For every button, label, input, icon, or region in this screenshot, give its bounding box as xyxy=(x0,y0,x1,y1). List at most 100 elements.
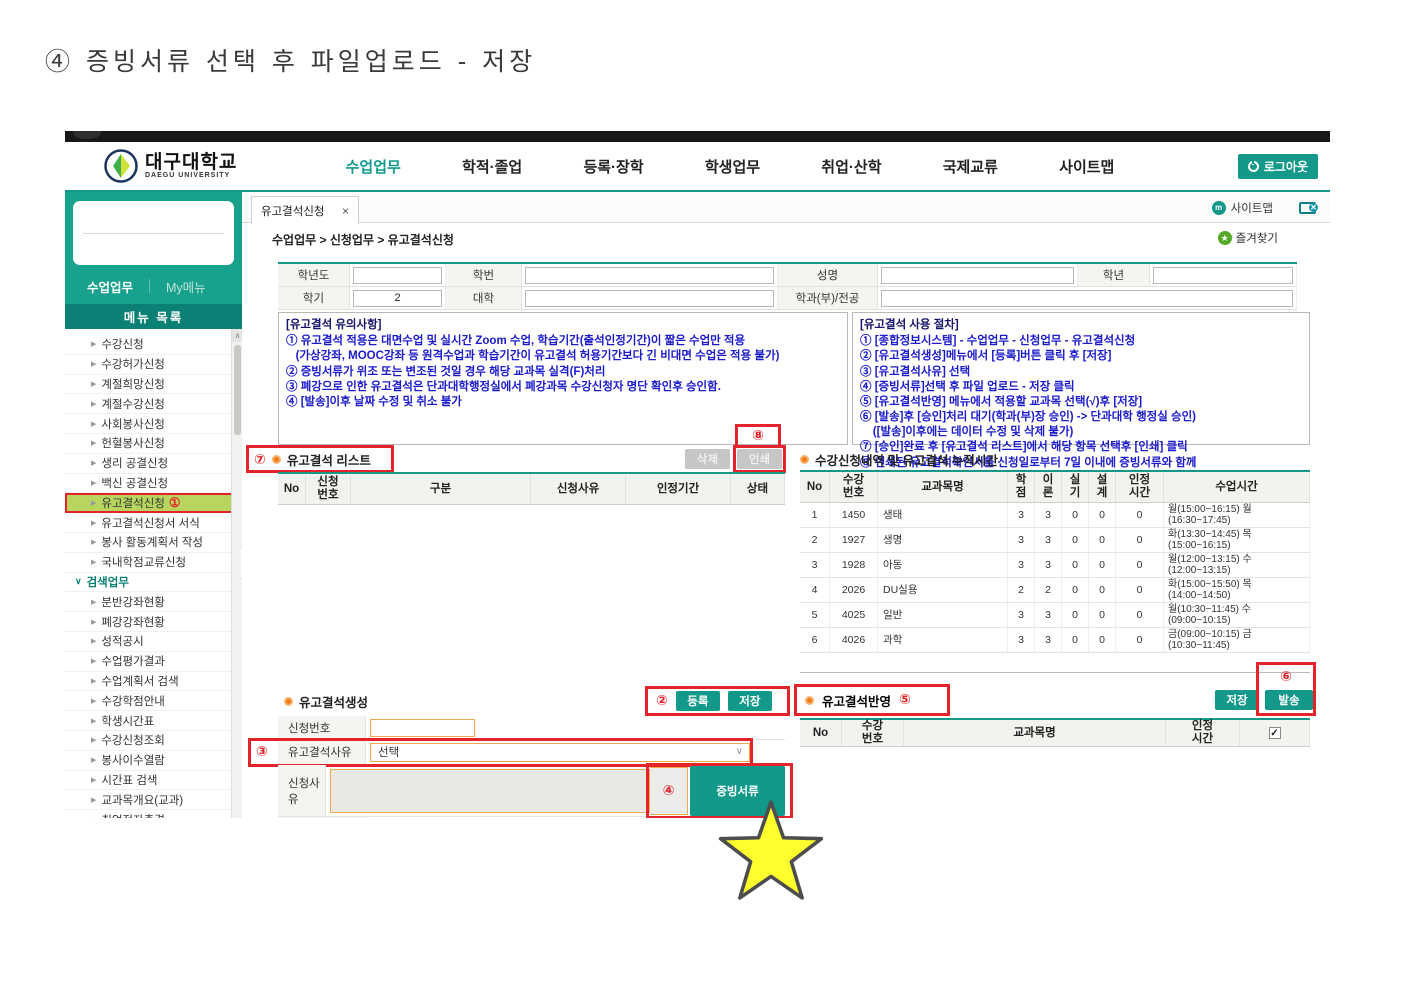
annotation-2: ② xyxy=(656,693,668,709)
sidebar-item[interactable]: ▶계절희망신청 xyxy=(65,375,242,395)
nav-item[interactable]: 학적·졸업 xyxy=(462,156,522,177)
sidebar-tab-classwork[interactable]: 수업업무 xyxy=(87,277,133,296)
arrow-right-icon: ▶ xyxy=(91,400,96,408)
college-label: 대학 xyxy=(446,287,522,309)
delete-button[interactable]: 삭제 xyxy=(685,449,730,469)
sidebar-item[interactable]: ▶생리 공결신청 xyxy=(65,454,242,474)
sidebar-item[interactable]: ∨검색업무 xyxy=(65,573,242,593)
favorites-button[interactable]: ★ 즐겨찾기 xyxy=(1218,230,1278,246)
sidebar-item[interactable]: ▶수업평가결과 xyxy=(65,652,242,672)
table-row[interactable]: 54025일반33000월(10:30~11:45) 수(09:00~10:15… xyxy=(800,603,1310,628)
sidebar-item[interactable]: ▶교과목개요(교과) xyxy=(65,790,242,810)
nav-item[interactable]: 국제교류 xyxy=(943,156,998,177)
annotation-8: ⑧ xyxy=(752,428,764,444)
table-cell: 일반 xyxy=(878,603,1008,627)
sidebar-item[interactable]: ▶봉사 활동계획서 작성 xyxy=(65,533,242,553)
notice-line: ⑥ [발송]후 [승인]처리 대기(학과(부)장 승인) -> 단과대학 행정실… xyxy=(860,410,1302,425)
nav-item[interactable]: 취업·산학 xyxy=(821,156,881,177)
table-row[interactable]: 11450생태33000월(15:00~16:15) 월(16:30~17:45… xyxy=(800,503,1310,528)
dept-input[interactable] xyxy=(881,290,1293,307)
tab-absence-application[interactable]: 유고결석신청 × xyxy=(251,196,359,224)
notice-procedure-title: [유고결석 사용 절차] xyxy=(860,318,1302,333)
sidebar-item[interactable]: ▶헌혈봉사신청 xyxy=(65,434,242,454)
table-cell: 0 xyxy=(1062,628,1089,652)
sidebar-item[interactable]: ▶수업계획서 검색 xyxy=(65,672,242,692)
arrow-right-icon: ▶ xyxy=(91,618,96,626)
sidebar-item[interactable]: ▶수강신청 xyxy=(65,335,242,355)
sidebar-tab-mymenu[interactable]: My메뉴 xyxy=(166,277,206,296)
breadcrumb: 수업업무 > 신청업무 > 유고결석신청 xyxy=(272,231,454,248)
sidebar-item[interactable]: ▶봉사이수열람 xyxy=(65,751,242,771)
section-bullet-icon xyxy=(805,696,814,705)
table-cell: 3 xyxy=(1008,528,1035,552)
section-bullet-icon xyxy=(800,455,809,464)
column-header: No xyxy=(800,720,842,746)
sitemap-shortcut[interactable]: m 사이트맵 xyxy=(1212,200,1273,216)
column-header: 학 점 xyxy=(1008,472,1035,502)
table-row[interactable]: 31928아동33000월(12:00~13:15) 수(12:00~13:15… xyxy=(800,553,1310,578)
sidebar-item[interactable]: ▶국내학점교류신청 xyxy=(65,553,242,573)
arrow-right-icon: ▶ xyxy=(91,340,96,348)
sidebar-item[interactable]: ▶유고결석신청① xyxy=(65,493,242,513)
year-input[interactable] xyxy=(353,267,442,284)
sidebar-item[interactable]: ▶백신 공결신청 xyxy=(65,474,242,494)
grade-input[interactable] xyxy=(1153,267,1293,284)
nav-item[interactable]: 사이트맵 xyxy=(1059,156,1114,177)
nav-item[interactable]: 등록·장학 xyxy=(583,156,643,177)
table-cell: 3 xyxy=(1008,603,1035,627)
reason-textarea[interactable] xyxy=(330,769,650,813)
nav-item[interactable]: 수업업무 xyxy=(346,156,401,177)
nav-item[interactable]: 학생업무 xyxy=(705,156,760,177)
close-window-icon[interactable] xyxy=(1299,202,1316,214)
sidebar-item[interactable]: ▶사회봉사신청 xyxy=(65,414,242,434)
sidebar-item[interactable]: ▶폐강강좌현황 xyxy=(65,612,242,632)
college-input[interactable] xyxy=(525,290,774,307)
scrollbar-thumb[interactable] xyxy=(234,345,241,435)
sidebar-item[interactable]: ▶수강허가신청 xyxy=(65,355,242,375)
year-label: 학년도 xyxy=(278,264,350,286)
power-icon xyxy=(1248,161,1259,172)
create-section-title-text: 유고결석생성 xyxy=(299,692,368,711)
column-header: 교과목명 xyxy=(878,472,1008,502)
sidebar-item[interactable]: ▶계절수강신청 xyxy=(65,394,242,414)
sidebar-item[interactable]: ▶시간표 검색 xyxy=(65,771,242,791)
apply-no-input[interactable] xyxy=(370,719,475,737)
sidebar-item[interactable]: ▶취업전자출결 xyxy=(65,810,242,818)
arrow-right-icon: ▶ xyxy=(91,756,96,764)
annotation-3: ③ xyxy=(256,744,268,760)
right-divider xyxy=(800,672,1310,673)
sidebar-item[interactable]: ▶유고결석신청서 서식 xyxy=(65,513,242,533)
sidebar-item-label: 교과목개요(교과) xyxy=(101,792,183,808)
sidebar-item[interactable]: ▶분반강좌현황 xyxy=(65,592,242,612)
sidebar-item[interactable]: ▶학생시간표 xyxy=(65,711,242,731)
arrow-right-icon: ▶ xyxy=(91,360,96,368)
table-row[interactable]: 64026과학33000금(09:00~10:15) 금(10:30~11:45… xyxy=(800,628,1310,653)
semester-input[interactable] xyxy=(353,290,442,307)
sidebar-item[interactable]: ▶성적공시 xyxy=(65,632,242,652)
sidebar-item-label: 유고결석신청 xyxy=(101,495,164,511)
tab-close-icon[interactable]: × xyxy=(342,204,349,218)
sidebar-item-label: 시간표 검색 xyxy=(101,772,157,788)
register-button[interactable]: 등록 xyxy=(676,691,720,711)
sidebar-item[interactable]: ▶수강학점안내 xyxy=(65,691,242,711)
table-row[interactable]: 42026DU실용22000화(15:00~15:50) 목(14:00~14:… xyxy=(800,578,1310,603)
table-row[interactable]: 21927생명33000화(13:30~14:45) 목(15:00~16:15… xyxy=(800,528,1310,553)
notice-line: ② [유고결석생성]메뉴에서 [등록]버튼 클릭 후 [저장] xyxy=(860,349,1302,364)
arrow-right-icon: ▶ xyxy=(91,380,96,388)
breadcrumb-row: 수업업무 > 신청업무 > 유고결석신청 ★ 즐겨찾기 xyxy=(242,223,1330,250)
apply-table: No수강 번호교과목명인정 시간✓ xyxy=(800,718,1310,747)
select-all-checkbox[interactable]: ✓ xyxy=(1269,727,1281,739)
apply-save-button[interactable]: 저장 xyxy=(1215,690,1259,710)
sidebar-item-label: 수강학점안내 xyxy=(101,693,164,709)
create-save-button[interactable]: 저장 xyxy=(728,691,772,711)
sitemap-label: 사이트맵 xyxy=(1231,200,1273,216)
absence-list-header: No신청 번호구분신청사유인정기간상태 xyxy=(278,474,785,505)
sidebar-item-label: 취업전자출결 xyxy=(101,812,164,818)
logout-button[interactable]: 로그아웃 xyxy=(1238,154,1318,179)
table-cell: 0 xyxy=(1089,578,1116,602)
name-input[interactable] xyxy=(881,267,1074,284)
apply-section-title-text: 유고결석반영 xyxy=(822,691,891,710)
apply-table-header: No수강 번호교과목명인정 시간✓ xyxy=(800,720,1310,747)
student-no-input[interactable] xyxy=(525,267,774,284)
sidebar-item[interactable]: ▶수강신청조회 xyxy=(65,731,242,751)
